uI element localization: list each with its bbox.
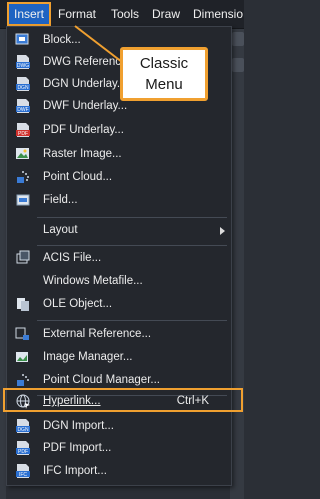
dwf-icon: DWF — [16, 99, 30, 113]
menu-item-raster-image[interactable]: Raster Image... — [7, 143, 231, 165]
menu-tools[interactable]: Tools — [106, 3, 144, 25]
menu-item-label: DGN Underlay... — [43, 78, 127, 90]
svg-text:IFC: IFC — [19, 472, 27, 478]
hyperlink-highlight-box — [3, 388, 243, 412]
svg-text:PDF: PDF — [18, 449, 28, 455]
menu-item-label: Windows Metafile... — [43, 275, 143, 287]
menu-item-label: PDF Underlay... — [43, 124, 124, 136]
menu-separator — [37, 245, 227, 246]
menu-item-label: OLE Object... — [43, 298, 113, 310]
menu-item-ifc-import[interactable]: IFC IFC Import... — [7, 460, 231, 482]
menu-item-layout[interactable]: Layout — [7, 219, 231, 241]
menu-item-external-reference[interactable]: External Reference... — [7, 323, 231, 345]
menu-format[interactable]: Format — [53, 3, 101, 25]
menu-item-label: Field... — [43, 194, 78, 206]
menu-separator — [37, 217, 227, 218]
callout-line-1: Classic — [139, 55, 189, 72]
dgn-icon: DGN — [16, 77, 30, 91]
callout-line-2: Menu — [145, 76, 183, 93]
menu-item-label: DGN Import... — [43, 420, 114, 432]
xref-icon — [15, 327, 29, 340]
classic-menu-callout: Classic Menu — [120, 47, 208, 101]
menu-item-label: Point Cloud... — [43, 171, 113, 183]
point-cloud-icon — [17, 171, 29, 183]
image-manager-icon — [16, 352, 28, 362]
menu-bar: Insert Format Tools Draw Dimensio — [0, 0, 244, 29]
menu-item-label: Layout — [43, 224, 78, 236]
app-background-right — [230, 28, 244, 499]
raster-image-icon — [16, 148, 29, 159]
dgn-import-icon: DGN — [16, 419, 30, 433]
svg-text:PDF: PDF — [18, 131, 28, 137]
menu-item-label: External Reference... — [43, 328, 152, 340]
menu-separator — [37, 320, 227, 321]
submenu-arrow-icon — [220, 227, 225, 235]
pdf-icon: PDF — [16, 123, 30, 137]
menu-item-dgn-import[interactable]: DGN DGN Import... — [7, 415, 231, 437]
menu-insert[interactable]: Insert — [7, 2, 52, 26]
ifc-import-icon: IFC — [16, 464, 30, 478]
pdf-import-icon: PDF — [16, 441, 30, 455]
app-toolbar-button[interactable] — [232, 32, 244, 46]
svg-text:DGN: DGN — [17, 427, 29, 433]
dwg-icon: DWG — [16, 55, 30, 69]
ole-icon — [17, 298, 29, 311]
menu-item-point-cloud[interactable]: Point Cloud... — [7, 166, 231, 188]
menu-draw[interactable]: Draw — [147, 3, 185, 25]
menu-item-label: ACIS File... — [43, 252, 102, 264]
menu-item-label: Raster Image... — [43, 148, 122, 160]
menu-item-windows-metafile[interactable]: Windows Metafile... — [7, 270, 231, 292]
menu-item-label: DWF Underlay... — [43, 100, 128, 112]
menu-item-label: IFC Import... — [43, 465, 107, 477]
menu-item-pdf-import[interactable]: PDF PDF Import... — [7, 437, 231, 459]
svg-text:DWG: DWG — [17, 63, 29, 69]
menu-item-field[interactable]: Field... — [7, 189, 231, 211]
acis-icon — [16, 250, 30, 264]
menu-item-pdf-underlay[interactable]: PDF PDF Underlay... — [7, 119, 231, 141]
menu-item-acis-file[interactable]: ACIS File... — [7, 247, 231, 269]
app-toolbar-button[interactable] — [232, 58, 244, 72]
menu-item-label: PDF Import... — [43, 442, 112, 454]
block-icon — [15, 33, 29, 45]
point-cloud-manager-icon — [17, 374, 29, 386]
menu-dimension[interactable]: Dimensio — [188, 3, 248, 25]
menu-item-image-manager[interactable]: Image Manager... — [7, 346, 231, 368]
menu-item-label: Block... — [43, 34, 81, 46]
svg-text:DGN: DGN — [17, 85, 29, 91]
field-icon — [16, 194, 30, 206]
menu-item-label: Image Manager... — [43, 351, 133, 363]
svg-text:DWF: DWF — [17, 107, 28, 113]
menu-item-ole-object[interactable]: OLE Object... — [7, 293, 231, 315]
